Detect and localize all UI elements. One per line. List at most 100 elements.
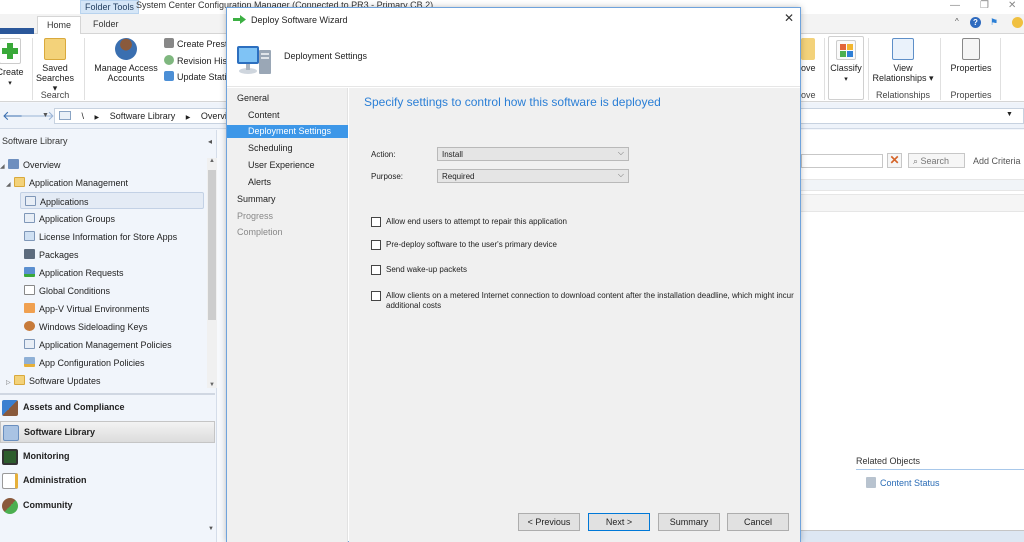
chevron-down-icon: ⌵ [617, 148, 624, 157]
tree-item-sideloading-keys[interactable]: Windows Sideloading Keys [24, 318, 148, 335]
wizard-step-summary[interactable]: Summary [227, 193, 348, 206]
tab-folder[interactable]: Folder [84, 16, 128, 34]
workspace-assets-compliance[interactable]: Assets and Compliance [0, 397, 215, 419]
workspace-software-library[interactable]: Software Library [0, 421, 215, 443]
move-button[interactable]: ove [801, 38, 819, 73]
scroll-up-icon[interactable]: ▲ [209, 158, 215, 164]
content-status-link[interactable]: Content Status [866, 477, 940, 488]
add-criteria-link[interactable]: Add Criteria [973, 156, 1021, 166]
search-input[interactable] [801, 154, 883, 168]
collapse-ribbon-icon[interactable]: ^ [955, 17, 959, 26]
wizard-step-general[interactable]: General [227, 92, 348, 105]
computer-icon [237, 46, 271, 74]
tab-home[interactable]: Home [37, 16, 82, 34]
software-library-icon [3, 425, 19, 441]
help-icon[interactable]: ? [970, 17, 981, 28]
dialog-close-button[interactable]: ✕ [784, 11, 794, 25]
separator [940, 38, 941, 100]
update-statistics-button[interactable]: Update Stati [164, 71, 227, 82]
breadcrumb-root[interactable]: \ [82, 111, 85, 121]
wizard-step-scheduling[interactable]: Scheduling [227, 142, 348, 155]
breadcrumb-item[interactable]: Software Library [110, 111, 176, 121]
console-icon [59, 111, 71, 120]
wizard-step-alerts[interactable]: Alerts [227, 176, 348, 189]
address-dropdown-icon[interactable]: ▼ [1006, 111, 1013, 118]
restore-button[interactable]: ❐ [980, 0, 989, 11]
forward-arrow-icon[interactable]: 🡒 [20, 108, 55, 124]
pre-deploy-checkbox[interactable] [371, 240, 381, 250]
metered-connection-checkbox[interactable] [371, 291, 381, 301]
properties-button[interactable]: Properties [944, 38, 998, 73]
tree-item-overview[interactable]: ◢ Overview [0, 156, 61, 173]
tree-item-software-updates[interactable]: ▷ Software Updates [6, 372, 101, 389]
contextual-tab-folder-tools[interactable]: Folder Tools [80, 0, 139, 14]
tree-item-app-configuration-policies[interactable]: App Configuration Policies [24, 354, 145, 371]
wizard-step-deployment-settings[interactable]: Deployment Settings [227, 125, 348, 138]
tree-item-global-conditions[interactable]: Global Conditions [24, 282, 110, 299]
community-icon [2, 498, 18, 514]
tree-item-application-groups[interactable]: Application Groups [24, 210, 115, 227]
smiley-icon[interactable] [1012, 17, 1023, 28]
tree-item-packages[interactable]: Packages [24, 246, 79, 263]
search-button[interactable]: ⌕ Search [908, 153, 965, 168]
dialog-title: Deploy Software Wizard [251, 15, 348, 25]
wizard-step-content[interactable]: Content [227, 109, 348, 122]
feedback-flag-icon[interactable]: ⚑ [990, 17, 998, 28]
user-key-icon [115, 38, 137, 60]
tree-scrollbar[interactable]: ▲ ▼ [207, 158, 217, 388]
packages-icon [24, 249, 35, 259]
tree-item-application-management[interactable]: ◢ Application Management [6, 174, 128, 191]
dialog-header: Deployment Settings [227, 33, 800, 87]
minimize-button[interactable]: — [950, 0, 960, 11]
clear-search-button[interactable]: ✕ [887, 153, 902, 168]
next-button[interactable]: Next > [588, 513, 650, 531]
purpose-select[interactable]: Required ⌵ [437, 169, 629, 183]
scroll-down-icon[interactable]: ▼ [209, 382, 215, 388]
collapse-pane-icon[interactable]: ◂ [208, 137, 212, 146]
manage-access-accounts-button[interactable]: Manage Access Accounts [88, 38, 164, 83]
tree-item-license-information[interactable]: License Information for Store Apps [24, 228, 177, 245]
group-label-search: Search [40, 90, 70, 100]
application-groups-icon [24, 213, 35, 223]
overview-icon [8, 159, 19, 169]
workspace-community[interactable]: Community [0, 495, 215, 517]
tree-item-application-requests[interactable]: Application Requests [24, 264, 124, 281]
tree-item-appv-environments[interactable]: App-V Virtual Environments [24, 300, 149, 317]
wake-up-packets-checkbox[interactable] [371, 265, 381, 275]
purpose-label: Purpose: [371, 172, 404, 181]
config-policies-icon [24, 357, 35, 367]
wizard-step-user-experience[interactable]: User Experience [227, 159, 348, 172]
move-folder-icon [801, 38, 815, 60]
close-window-button[interactable]: ✕ [1008, 0, 1016, 11]
chevron-down-icon: ⌵ [617, 170, 624, 179]
assets-compliance-icon [2, 400, 18, 416]
action-select[interactable]: Install ⌵ [437, 147, 629, 161]
nav-pane-header: Software Library [2, 136, 68, 146]
repair-application-checkbox[interactable] [371, 217, 381, 227]
expanded-icon: ◢ [6, 182, 11, 188]
saved-searches-button[interactable]: Saved Searches ▾ [34, 38, 76, 93]
scroll-thumb[interactable] [208, 170, 216, 320]
cancel-button[interactable]: Cancel [727, 513, 789, 531]
tree-item-app-management-policies[interactable]: Application Management Policies [24, 336, 172, 353]
relationships-diagram-icon [892, 38, 914, 60]
administration-icon [2, 473, 18, 489]
previous-button[interactable]: < Previous [518, 513, 580, 531]
workspace-administration[interactable]: Administration [0, 470, 215, 492]
group-label-properties: Properties [950, 90, 992, 100]
workspace-monitoring[interactable]: Monitoring [0, 446, 215, 468]
revision-history-button[interactable]: Revision His [164, 55, 227, 66]
create-prestaged-content-button[interactable]: Create Prest [164, 38, 228, 49]
history-dropdown-icon[interactable]: ▼ [42, 112, 49, 119]
revision-history-icon [164, 55, 174, 65]
summary-button[interactable]: Summary [658, 513, 720, 531]
tree-item-applications[interactable]: Applications [20, 192, 204, 209]
policies-icon [24, 339, 35, 349]
create-button[interactable]: Create▾ [0, 38, 24, 89]
classify-button[interactable]: Classify ▾ [828, 36, 864, 100]
collapsed-icon: ▷ [6, 380, 11, 386]
view-relationships-button[interactable]: View Relationships ▾ [870, 38, 936, 83]
folder-icon [14, 375, 25, 385]
pane-splitter[interactable] [0, 393, 215, 395]
workspace-overflow-icon[interactable]: ▼ [208, 526, 214, 532]
